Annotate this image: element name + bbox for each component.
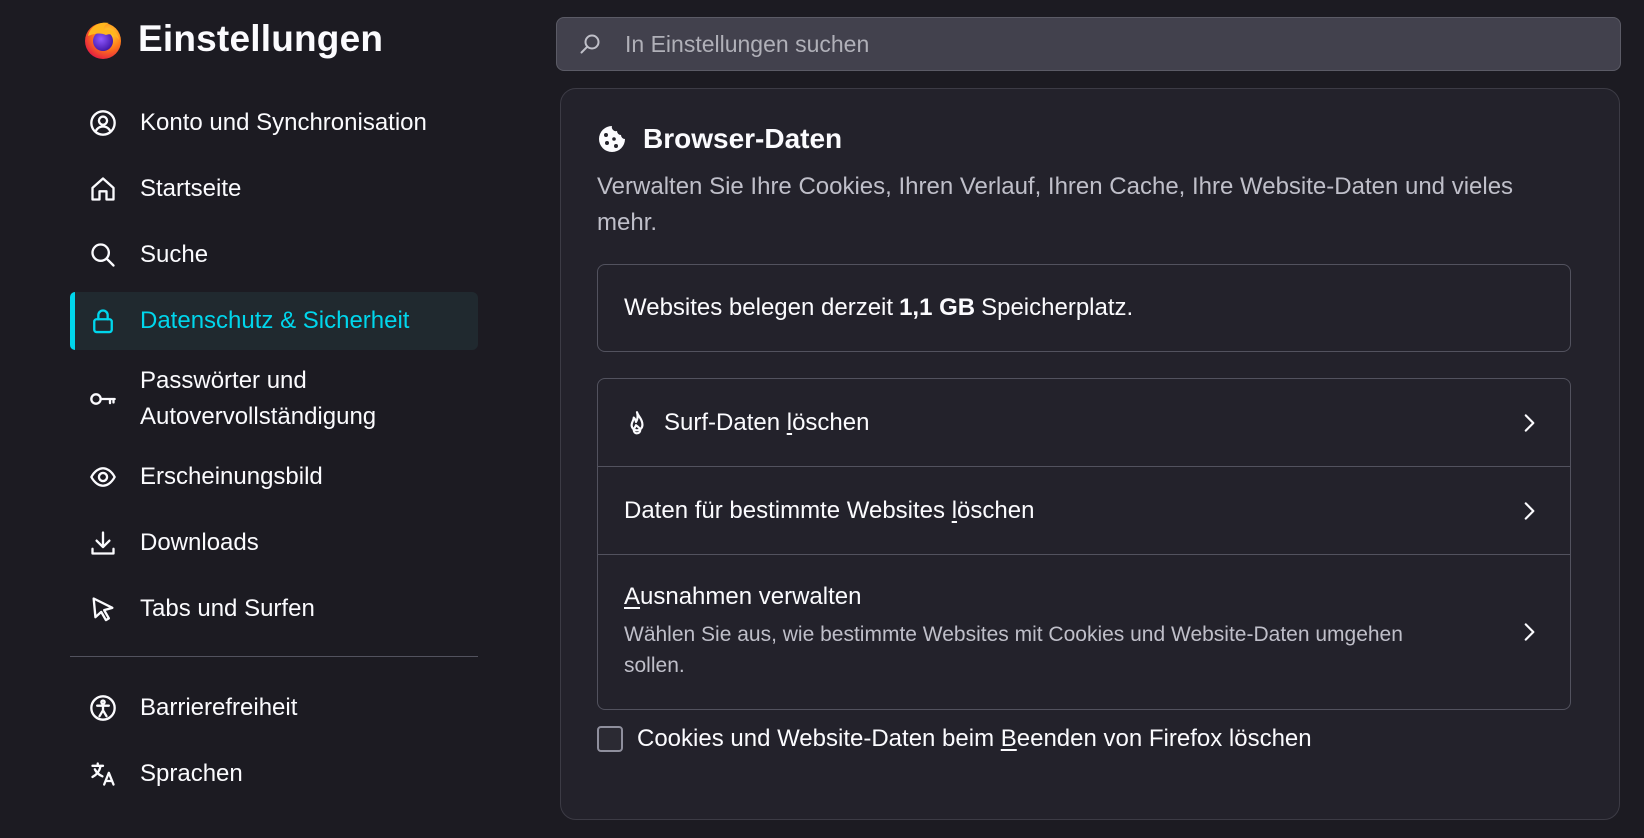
translate-icon [88, 759, 118, 789]
section-title: Browser-Daten [643, 123, 843, 154]
access-key: B [1000, 725, 1017, 752]
sidebar-item-home[interactable]: Startseite [70, 160, 478, 218]
storage-amount: 1,1 GB [899, 294, 976, 321]
sidebar-item-accessibility[interactable]: Barrierefreiheit [70, 679, 478, 737]
label-part: öschen [957, 496, 1035, 524]
sidebar-item-privacy-security[interactable]: Datenschutz & Sicherheit [70, 292, 478, 350]
sidebar: Konto und Synchronisation Startseite Suc… [70, 94, 478, 803]
eye-icon [88, 462, 118, 492]
sidebar-item-label: Konto und Synchronisation [140, 109, 427, 136]
label-part: Daten für bestimmte Websites [624, 496, 952, 524]
download-icon [88, 528, 118, 558]
search-icon [577, 31, 603, 57]
sidebar-item-label: Suche [140, 241, 209, 268]
sidebar-item-label: Datenschutz & Sicherheit [140, 307, 410, 334]
clear-site-data-label: Daten für bestimmte Websites löschen [624, 497, 1034, 525]
lock-icon [88, 306, 118, 336]
key-icon [88, 384, 118, 414]
settings-search-box[interactable] [556, 17, 1621, 71]
browser-data-section: Browser-Daten Verwalten Sie Ihre Cookies… [560, 88, 1620, 820]
chevron-right-icon [1516, 498, 1542, 524]
sidebar-item-label: Tabs und Surfen [140, 595, 315, 622]
clear-browsing-data-label: Surf-Daten löschen [664, 409, 869, 437]
accessibility-icon [88, 693, 118, 723]
sidebar-item-languages[interactable]: Sprachen [70, 745, 478, 803]
clear-browsing-data-button[interactable]: Surf-Daten löschen [598, 379, 1570, 467]
sidebar-item-passwords[interactable]: Passwörter und Autovervollständigung [70, 358, 478, 440]
section-header: Browser-Daten [597, 123, 842, 155]
manage-exceptions-label: Ausnahmen verwalten [624, 583, 1464, 611]
sidebar-item-label: Barrierefreiheit [140, 694, 298, 721]
sidebar-item-tabs[interactable]: Tabs und Surfen [70, 580, 478, 638]
storage-text-suffix: Speicherplatz. [981, 294, 1134, 321]
app-header: Einstellungen [82, 18, 383, 60]
clear-site-data-button[interactable]: Daten für bestimmte Websites löschen [598, 467, 1570, 555]
sidebar-item-label-line1: Passwörter und [140, 367, 307, 394]
pointer-icon [88, 594, 118, 624]
firefox-logo-icon [85, 22, 121, 59]
delete-on-close-checkbox[interactable] [597, 726, 623, 752]
sidebar-item-account[interactable]: Konto und Synchronisation [70, 94, 478, 152]
chevron-right-icon [1516, 410, 1542, 436]
flame-icon [624, 410, 650, 436]
sidebar-item-appearance[interactable]: Erscheinungsbild [70, 448, 478, 506]
sidebar-item-label: Erscheinungsbild [140, 463, 323, 490]
delete-on-close-option[interactable]: Cookies und Website-Daten beim Beenden v… [597, 725, 1312, 753]
manage-exceptions-text: Ausnahmen verwalten Wählen Sie aus, wie … [624, 583, 1464, 681]
sidebar-item-label: Downloads [140, 529, 259, 556]
sidebar-item-search[interactable]: Suche [70, 226, 478, 284]
chevron-right-icon [1516, 619, 1542, 645]
sidebar-item-label: Sprachen [140, 760, 243, 787]
label-part: öschen [792, 408, 870, 436]
sidebar-divider [70, 656, 478, 657]
label-part: Cookies und Website-Daten beim [637, 725, 1001, 752]
home-icon [88, 174, 118, 204]
sidebar-item-downloads[interactable]: Downloads [70, 514, 478, 572]
search-icon [88, 240, 118, 270]
page-title: Einstellungen [138, 18, 384, 59]
storage-text-prefix: Websites belegen derzeit [624, 294, 894, 321]
account-icon [88, 108, 118, 138]
cookie-icon [597, 124, 627, 154]
browser-data-actions: Surf-Daten löschen Daten für bestimmte W… [597, 378, 1571, 710]
label-part: eenden von Firefox löschen [1016, 725, 1312, 752]
sidebar-item-label-line2: Autovervollständigung [140, 403, 377, 430]
label-part: usnahmen verwalten [640, 583, 862, 610]
sidebar-item-label: Passwörter und Autovervollständigung [140, 363, 376, 435]
settings-search-input[interactable] [623, 29, 1620, 59]
delete-on-close-label: Cookies und Website-Daten beim Beenden v… [637, 725, 1312, 753]
label-part: Surf-Daten [664, 408, 787, 436]
manage-exceptions-description: Wählen Sie aus, wie bestimmte Websites m… [624, 623, 1403, 677]
manage-exceptions-button[interactable]: Ausnahmen verwalten Wählen Sie aus, wie … [598, 555, 1570, 709]
access-key: A [624, 583, 641, 610]
storage-usage-box: Websites belegen derzeit 1,1 GB Speicher… [597, 264, 1571, 352]
section-description: Verwalten Sie Ihre Cookies, Ihren Verlau… [597, 173, 1514, 236]
sidebar-item-label: Startseite [140, 175, 242, 202]
